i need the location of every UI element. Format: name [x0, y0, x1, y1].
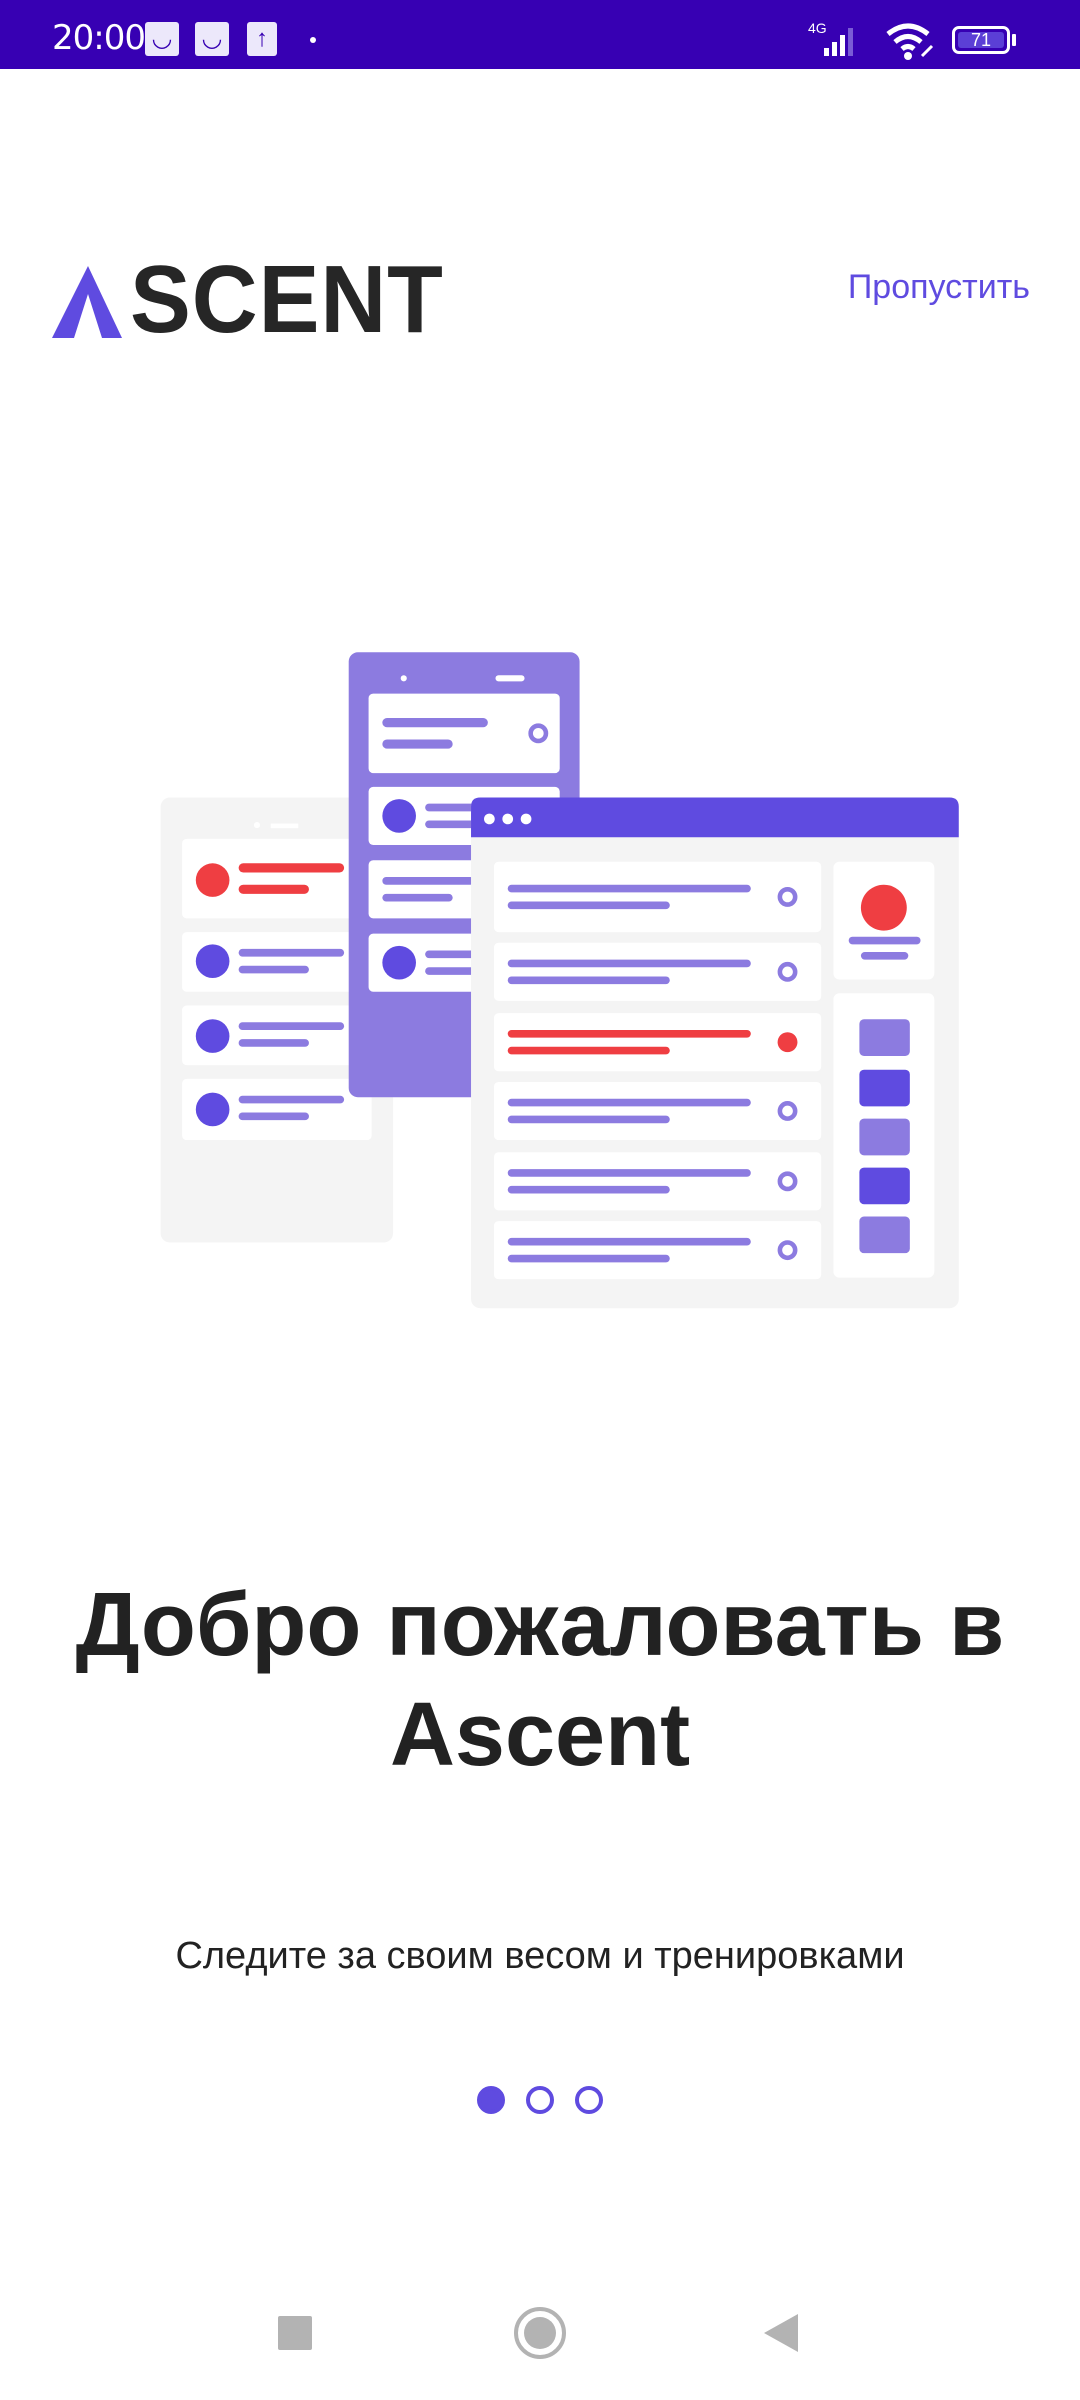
row-dot: [777, 1032, 798, 1053]
list-row: [493, 1013, 822, 1072]
list-row: [493, 1152, 822, 1211]
row-line: [507, 1115, 670, 1124]
row-line: [507, 1237, 751, 1246]
list-row: [493, 861, 822, 933]
row-line: [507, 1254, 670, 1263]
wifi-icon: [886, 23, 934, 60]
list-row: [493, 1221, 822, 1280]
back-button[interactable]: [764, 2314, 798, 2352]
row-line: [507, 1185, 670, 1194]
page-dot-2[interactable]: [526, 2086, 554, 2114]
battery-icon: 71: [952, 26, 1010, 54]
page-dot-1[interactable]: [477, 2086, 505, 2114]
list-row: [493, 1081, 822, 1141]
row-line: [507, 1029, 751, 1038]
onboarding-illustration: [160, 652, 959, 1309]
row-line: [507, 884, 751, 893]
logo-a-mark: [52, 266, 122, 338]
page-indicator: [0, 2086, 1080, 2114]
row-line: [507, 1169, 751, 1177]
onboarding-title: Добро пожаловать в Ascent: [75, 1575, 1005, 1785]
browser-window: [471, 797, 959, 1309]
battery-tip: [1012, 34, 1016, 46]
status-bar: 20:00 ◡ ◡ ↑ 4G 71: [0, 0, 1080, 69]
row-line: [507, 976, 670, 985]
skip-button[interactable]: Пропустить: [848, 268, 1030, 307]
battery-level: 71: [958, 31, 1004, 49]
more-notifications-dot: [310, 37, 316, 43]
status-time: 20:00: [52, 18, 146, 58]
system-nav-bar: [0, 2295, 1080, 2375]
home-button[interactable]: [514, 2307, 566, 2359]
row-line: [507, 901, 670, 910]
recent-apps-button[interactable]: [278, 2316, 312, 2350]
row-line: [507, 1098, 751, 1107]
onboarding-subtitle: Следите за своим весом и тренировками: [175, 1935, 905, 1977]
row-line: [507, 959, 751, 968]
signal-icon: [824, 28, 853, 56]
shop-bag-icon: ◡: [195, 22, 229, 56]
page-dot-3[interactable]: [575, 2086, 603, 2114]
app-logo: SCENT: [52, 246, 460, 353]
upload-icon: ↑: [247, 22, 277, 56]
row-line: [507, 1046, 670, 1055]
shop-bag-icon: ◡: [145, 22, 179, 56]
logo-text: SCENT: [130, 246, 444, 353]
list-row: [493, 942, 822, 1001]
